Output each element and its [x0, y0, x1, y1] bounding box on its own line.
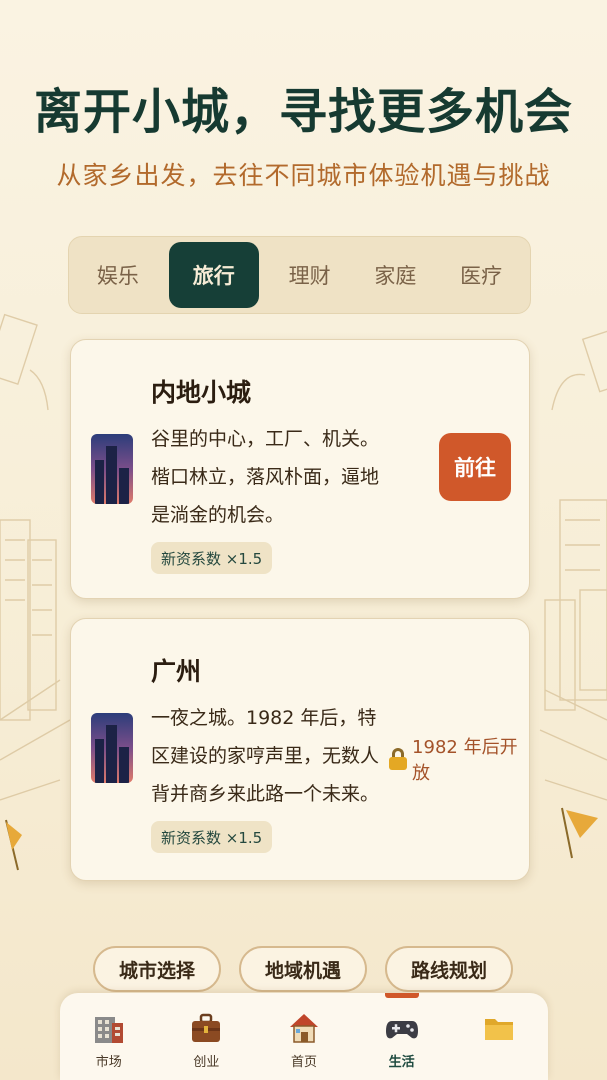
- tab-finance[interactable]: 理财: [267, 242, 353, 308]
- folder-icon: [485, 1019, 514, 1040]
- lock-icon: [389, 748, 407, 770]
- home-icon: [289, 1014, 318, 1043]
- tab-medical[interactable]: 医疗: [438, 242, 524, 308]
- bottom-nav: 市场 创业 首页 生活: [60, 993, 548, 1080]
- nav-label: 市场: [95, 1055, 122, 1070]
- locked-text: 1982 年后开放: [412, 737, 518, 784]
- nav-item-startup[interactable]: 创业: [158, 993, 256, 1080]
- page-subtitle: 从家乡出发，去往不同城市体验机遇与挑战: [56, 161, 551, 190]
- regional-opportunity-button[interactable]: 地域机遇: [239, 946, 367, 992]
- category-tabs: 娱乐 旅行 理财 家庭 医疗: [68, 236, 531, 314]
- page-title: 离开小城，寻找更多机会: [33, 84, 573, 140]
- city-thumbnail-icon: [91, 713, 133, 783]
- nav-item-market[interactable]: 市场: [60, 993, 158, 1080]
- gamepad-icon: [385, 1021, 418, 1039]
- city-name: 广州: [151, 657, 202, 686]
- tab-travel[interactable]: 旅行: [168, 242, 259, 308]
- quick-actions: 城市选择 地域机遇 路线规划: [0, 946, 607, 992]
- salary-multiplier-badge: 新资系数 ×1.5: [151, 821, 273, 853]
- city-card-guangzhou: 广州 一夜之城。1982 年后，特区建设的家哼声里，无数人背并商乡来此路一个未来…: [70, 618, 530, 881]
- city-select-button[interactable]: 城市选择: [93, 946, 221, 992]
- nav-item-home[interactable]: 首页: [255, 993, 353, 1080]
- city-description: 一夜之城。1982 年后，特区建设的家哼声里，无数人背并商乡来此路一个未来。: [151, 707, 380, 805]
- market-building-icon: [94, 1017, 123, 1043]
- nav-label: 首页: [290, 1055, 317, 1070]
- briefcase-icon: [192, 1013, 221, 1042]
- city-description: 谷里的中心，工厂、机关。楷口林立，落风朴面，逼地是淌金的机会。: [151, 428, 380, 526]
- nav-item-folder[interactable]: [450, 993, 548, 1080]
- tab-family[interactable]: 家庭: [353, 242, 439, 308]
- city-name: 内地小城: [151, 378, 252, 407]
- route-planning-button[interactable]: 路线规划: [385, 946, 513, 992]
- tab-entertainment[interactable]: 娱乐: [75, 242, 161, 308]
- city-card-inland-town: 内地小城 谷里的中心，工厂、机关。楷口林立，落风朴面，逼地是淌金的机会。 新资系…: [70, 339, 530, 599]
- city-thumbnail-icon: [91, 434, 133, 504]
- nav-label: 生活: [388, 1055, 415, 1070]
- nav-label: 创业: [193, 1055, 220, 1070]
- nav-item-life[interactable]: 生活: [353, 993, 451, 1080]
- go-button[interactable]: 前往: [439, 433, 511, 501]
- locked-status: 1982 年后开放: [389, 733, 529, 785]
- salary-multiplier-badge: 新资系数 ×1.5: [151, 542, 273, 574]
- active-indicator: [384, 993, 419, 998]
